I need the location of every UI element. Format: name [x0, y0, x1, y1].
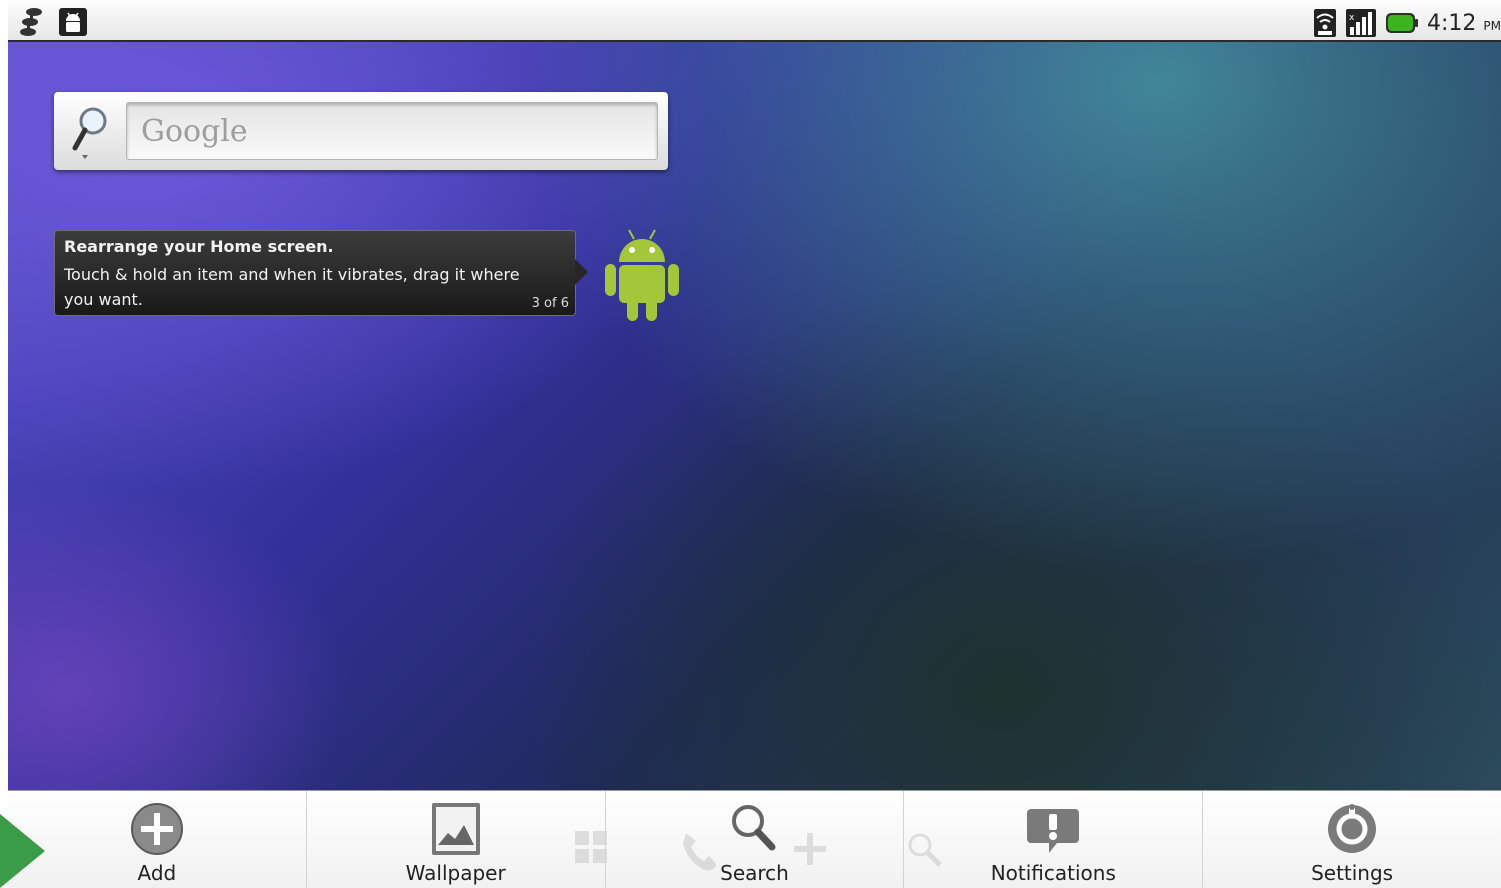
magnifier-icon[interactable]	[68, 104, 114, 160]
signal-icon: x	[1346, 9, 1376, 37]
tip-title: Rearrange your Home screen.	[64, 237, 334, 256]
menu-label-wallpaper: Wallpaper	[405, 861, 506, 885]
status-bar[interactable]: x 4:12 PM	[8, 0, 1501, 42]
search-input[interactable]: Google	[126, 102, 658, 160]
system-icons: x 4:12 PM	[1313, 8, 1501, 38]
menu-label-settings: Settings	[1311, 861, 1394, 885]
search-ghost-icon	[908, 833, 943, 867]
phone-ghost-icon	[682, 833, 716, 871]
google-search-widget[interactable]: Google	[54, 92, 668, 170]
search-placeholder: Google	[141, 114, 248, 149]
svg-text:x: x	[1349, 13, 1355, 23]
android-robot-icon	[605, 229, 679, 321]
notifications-icon	[1027, 809, 1080, 853]
clock: 4:12 PM	[1427, 10, 1501, 36]
corner-arrow-decoration	[0, 814, 45, 888]
plus-ghost-icon	[793, 833, 826, 865]
menu-label-notifications: Notifications	[990, 861, 1116, 885]
search-icon	[732, 805, 776, 851]
android-notification-icon	[59, 8, 87, 36]
usb-debug-icon	[20, 8, 42, 36]
wifi-icon	[1314, 9, 1336, 37]
tip-body: Touch & hold an item and when it vibrate…	[64, 265, 520, 309]
tip-counter: 3 of 6	[531, 296, 569, 311]
menu-item-notifications[interactable]: Notifications	[903, 791, 1202, 888]
menu-label-search: Search	[720, 861, 789, 885]
wallpaper-icon	[431, 803, 480, 855]
menu-label-add: Add	[137, 861, 177, 885]
apps-ghost-icon	[574, 831, 607, 863]
menu-item-settings[interactable]: Settings	[1202, 791, 1501, 888]
menu-item-search[interactable]: Search	[604, 791, 904, 888]
add-icon	[130, 803, 183, 855]
tip-pointer	[575, 259, 588, 285]
tip-bubble[interactable]: Rearrange your Home screen. Touch & hold…	[54, 230, 588, 316]
settings-icon	[1328, 804, 1377, 853]
menu-item-add[interactable]: Add	[8, 791, 306, 888]
options-menu: Add Wallpaper Search Notifications Setti…	[8, 790, 1501, 888]
notification-icons	[18, 6, 88, 38]
battery-icon	[1386, 13, 1418, 33]
menu-item-wallpaper[interactable]: Wallpaper	[305, 791, 607, 888]
